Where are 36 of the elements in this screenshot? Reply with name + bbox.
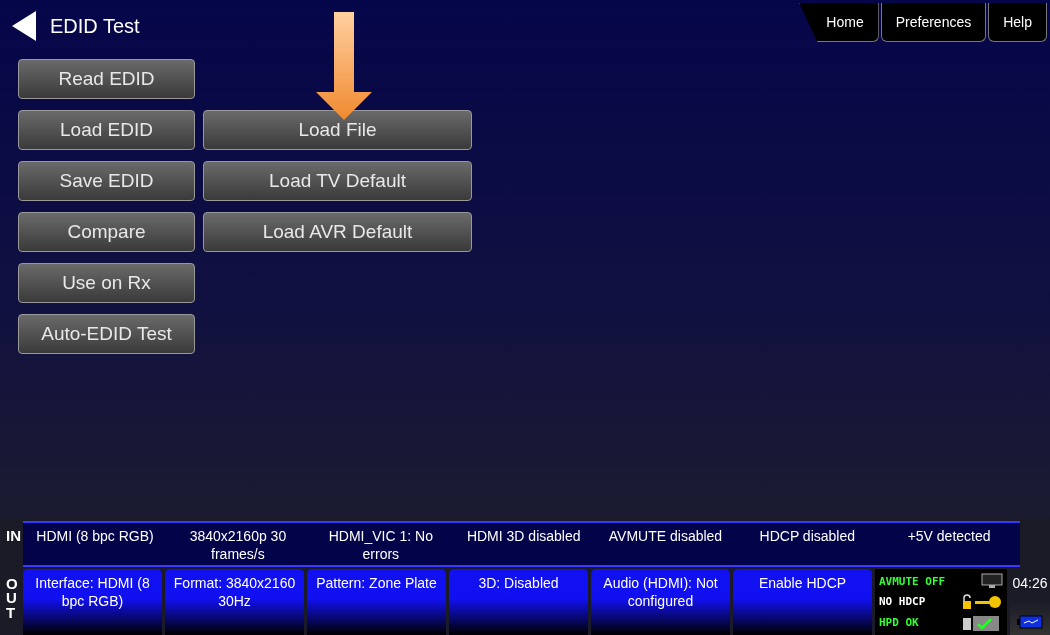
status-text: HDMI_VIC 1: No errors: [327, 527, 434, 564]
output-button[interactable]: Interface: HDMI (8 bpc RGB): [23, 569, 162, 635]
status-text: +5V detected: [906, 527, 992, 546]
monitor-icon: [981, 573, 1003, 590]
indicator-text: AVMUTE OFF: [879, 574, 946, 588]
battery-icon: [1017, 615, 1043, 629]
action-button[interactable]: Use on Rx: [18, 263, 195, 303]
status-text: AVMUTE disabled: [607, 527, 724, 546]
status-text: 3840x2160p 30 frames/s: [188, 527, 288, 564]
output-button[interactable]: 3D: Disabled: [449, 569, 588, 635]
input-label: IN: [5, 526, 22, 546]
indicator-text: HPD OK: [879, 616, 919, 630]
action-button[interactable]: Load EDID: [18, 110, 195, 150]
action-button[interactable]: Read EDID: [18, 59, 195, 99]
output-button[interactable]: Enable HDCP: [733, 569, 872, 635]
clock-text: 04:26: [1012, 575, 1048, 591]
output-button[interactable]: Format: 3840x2160 30Hz: [165, 569, 304, 635]
indicator-text: NO HDCP: [879, 595, 926, 609]
action-button[interactable]: Auto-EDID Test: [18, 314, 195, 354]
status-text: HDMI 3D disabled: [465, 527, 582, 546]
back-icon[interactable]: [12, 11, 36, 41]
action-button[interactable]: Load TV Default: [203, 161, 472, 201]
nav-tab[interactable]: Home: [799, 3, 879, 42]
nav-tab[interactable]: Help: [988, 3, 1047, 42]
action-button[interactable]: Compare: [18, 212, 195, 252]
lock-key-icon: [961, 594, 1003, 610]
action-button[interactable]: Save EDID: [18, 161, 195, 201]
action-button[interactable]: Load File: [203, 110, 472, 150]
status-text: HDMI (8 bpc RGB): [35, 527, 155, 546]
page-title: EDID Test: [50, 14, 140, 38]
action-button[interactable]: Load AVR Default: [203, 212, 472, 252]
nav-tab[interactable]: Preferences: [880, 3, 987, 42]
output-button[interactable]: Audio (HDMI): Not configured: [591, 569, 730, 635]
status-text: HDCP disabled: [758, 527, 856, 546]
output-button[interactable]: Pattern: Zone Plate: [307, 569, 446, 635]
output-label: OUT: [5, 574, 19, 623]
